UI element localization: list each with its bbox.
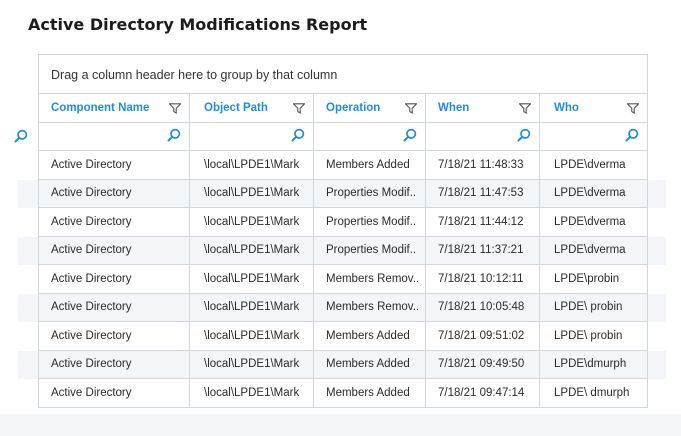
table-cell: Members Added [314,379,426,408]
filter-cell[interactable] [540,123,648,151]
table-cell: LPDE\ probin [540,293,648,322]
filter-cell[interactable] [314,123,426,151]
table-cell: \local\LPDE1\Mark [190,179,314,208]
table-cell: Active Directory [38,151,190,180]
search-icon[interactable] [517,128,531,145]
table-cell: \local\LPDE1\Mark [190,322,314,351]
table-cell: Active Directory [38,265,190,294]
table-cell: LPDE\dverma [540,208,648,237]
table-cell: 7/18/21 11:47:53 [426,179,540,208]
table-cell: \local\LPDE1\Mark [190,151,314,180]
column-header-label: Who [554,102,579,114]
table-row[interactable]: Active Directory \local\LPDE1\Mark Members… [0,322,681,351]
filter-icon[interactable] [626,103,640,114]
column-header-who[interactable]: Who [540,94,648,123]
filter-icon[interactable] [168,103,182,114]
column-header-label: Operation [326,102,381,114]
table-cell: 7/18/21 10:05:48 [426,293,540,322]
table-cell: 7/18/21 11:44:12 [426,208,540,237]
row-stripe [648,293,666,322]
group-by-hint: Drag a column header here to group by th… [51,68,338,82]
row-stripe [18,179,38,208]
grid-footer-band [0,414,681,436]
table-cell: Members Remov.. [314,265,426,294]
column-header-object-path[interactable]: Object Path [190,94,314,123]
table-cell: Active Directory [38,379,190,408]
table-cell: 7/18/21 09:51:02 [426,322,540,351]
table-cell: \local\LPDE1\Mark [190,208,314,237]
column-header-when[interactable]: When [426,94,540,123]
table-row[interactable]: Active Directory \local\LPDE1\Mark Members… [0,151,681,180]
table-cell: LPDE\dverma [540,236,648,265]
table-cell: Members Added [314,350,426,379]
table-cell: LPDE\dverma [540,151,648,180]
table-cell: 7/18/21 10:12:11 [426,265,540,294]
row-stripe [648,236,666,265]
table-cell: LPDE\dmurph [540,350,648,379]
table-cell: Members Added [314,151,426,180]
filter-icon[interactable] [518,103,532,114]
row-stripe [648,179,666,208]
table-cell: LPDE\ dmurph [540,379,648,408]
filter-icon[interactable] [292,103,306,114]
table-cell: Active Directory [38,179,190,208]
row-stripe [648,350,666,379]
table-cell: Active Directory [38,236,190,265]
table-cell: Members Added [314,322,426,351]
table-cell: Active Directory [38,322,190,351]
table-row[interactable]: Active Directory \local\LPDE1\Mark Propert… [0,208,681,237]
report-grid: Drag a column header here to group by th… [0,54,681,414]
table-cell: \local\LPDE1\Mark [190,265,314,294]
table-row[interactable]: Active Directory \local\LPDE1\Mark Members… [0,293,681,322]
filter-row [0,123,681,151]
table-row[interactable]: Active Directory \local\LPDE1\Mark Members… [0,265,681,294]
table-cell: LPDE\ probin [540,322,648,351]
table-cell: 7/18/21 09:47:14 [426,379,540,408]
row-stripe [18,350,38,379]
table-cell: Properties Modif.. [314,179,426,208]
table-row[interactable]: Active Directory \local\LPDE1\Mark Propert… [0,179,681,208]
table-row[interactable]: Active Directory \local\LPDE1\Mark Members… [0,379,681,408]
search-icon[interactable] [403,128,417,145]
column-header-component-name[interactable]: Component Name [38,94,190,123]
filter-cell[interactable] [38,123,190,151]
table-cell: 7/18/21 11:48:33 [426,151,540,180]
filter-cell[interactable] [426,123,540,151]
table-cell: Active Directory [38,350,190,379]
table-cell: \local\LPDE1\Mark [190,236,314,265]
table-cell: LPDE\dverma [540,179,648,208]
search-icon[interactable] [167,128,181,145]
column-header-operation[interactable]: Operation [314,94,426,123]
group-by-panel[interactable]: Drag a column header here to group by th… [38,54,648,94]
table-cell: Members Remov.. [314,293,426,322]
page-title: Active Directory Modifications Report [28,15,368,34]
search-icon[interactable] [625,128,639,145]
search-icon[interactable] [291,128,305,145]
table-cell: LPDE\probin [540,265,648,294]
column-header-label: Component Name [51,102,150,114]
table-cell: \local\LPDE1\Mark [190,350,314,379]
table-row[interactable]: Active Directory \local\LPDE1\Mark Members… [0,350,681,379]
table-cell: Active Directory [38,208,190,237]
table-cell: Properties Modif.. [314,236,426,265]
row-stripe [18,293,38,322]
row-stripe [18,236,38,265]
table-cell: Active Directory [38,293,190,322]
search-icon[interactable] [14,129,28,148]
table-cell: 7/18/21 11:37:21 [426,236,540,265]
header-row: Component Name Object Path Operation When Wh… [0,94,681,123]
table-cell: 7/18/21 09:49:50 [426,350,540,379]
column-header-label: Object Path [204,102,268,114]
filter-icon[interactable] [404,103,418,114]
grid-rows: Component Name Object Path Operation When Wh… [0,94,681,408]
table-row[interactable]: Active Directory \local\LPDE1\Mark Propert… [0,236,681,265]
filter-cell[interactable] [190,123,314,151]
table-cell: \local\LPDE1\Mark [190,379,314,408]
table-cell: \local\LPDE1\Mark [190,293,314,322]
column-header-label: When [438,102,470,114]
table-cell: Properties Modif.. [314,208,426,237]
